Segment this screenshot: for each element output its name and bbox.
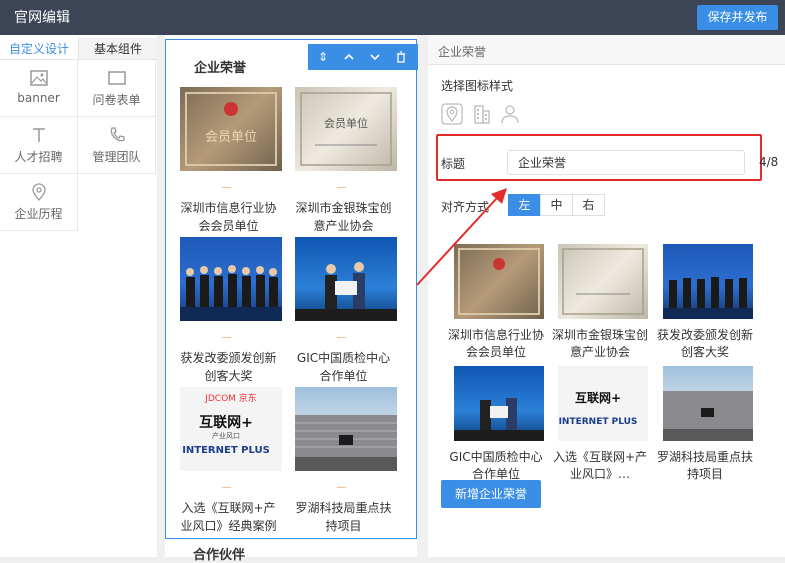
annotation-arrow bbox=[416, 188, 507, 286]
